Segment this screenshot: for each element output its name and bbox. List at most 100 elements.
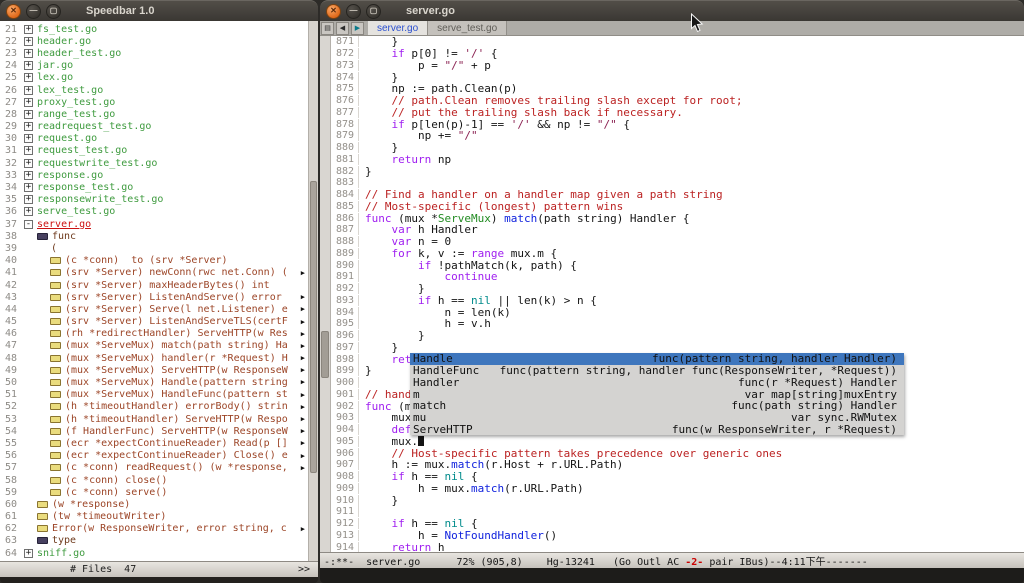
expand-icon[interactable]: + (24, 86, 33, 95)
code-line[interactable]: 877 // put the trailing slash back if ne… (331, 107, 1024, 119)
speedbar-item[interactable]: 28+range_test.go (0, 108, 318, 120)
speedbar-item[interactable]: 37-server.go (0, 218, 318, 230)
speedbar-item[interactable]: 26+lex_test.go (0, 84, 318, 96)
code-line[interactable]: 905 mux. (331, 436, 1024, 448)
editor-scrollbar[interactable] (320, 36, 331, 553)
minimize-icon[interactable]: — (346, 4, 361, 19)
expand-icon[interactable]: + (24, 98, 33, 107)
code-line[interactable]: 908 if h == nil { (331, 471, 1024, 483)
speedbar-item[interactable]: 35+responsewrite_test.go (0, 194, 318, 206)
expand-icon[interactable]: + (24, 146, 33, 155)
code-line[interactable]: 895 h = v.h (331, 318, 1024, 330)
code-line[interactable]: 875 np := path.Clean(p) (331, 83, 1024, 95)
speedbar-item[interactable]: 56(ecr *expectContinueReader) Close() e▶ (0, 450, 318, 462)
speedbar-item[interactable]: 51(mux *ServeMux) HandleFunc(pattern st▶ (0, 389, 318, 401)
scroll-tabs-left-icon[interactable]: ◀ (336, 22, 349, 35)
code-line[interactable]: 871 } (331, 36, 1024, 48)
code-line[interactable]: 894 n = len(k) (331, 306, 1024, 318)
completion-item[interactable]: Handlerfunc(r *Request) Handler (410, 377, 904, 389)
speedbar-item[interactable]: 44(srv *Server) Serve(l net.Listener) e▶ (0, 303, 318, 315)
scroll-tabs-right-icon[interactable]: ▶ (351, 22, 364, 35)
completion-item[interactable]: Handlefunc(pattern string, handler Handl… (410, 353, 904, 365)
speedbar-item[interactable]: 25+lex.go (0, 72, 318, 84)
expand-icon[interactable]: + (24, 159, 33, 168)
expand-icon[interactable]: + (24, 171, 33, 180)
speedbar-item[interactable]: 22+header.go (0, 35, 318, 47)
code-line[interactable]: 896 } (331, 330, 1024, 342)
code-line[interactable]: 880 } (331, 142, 1024, 154)
code-line[interactable]: 882} (331, 165, 1024, 177)
code-line[interactable]: 890 if !pathMatch(k, path) { (331, 259, 1024, 271)
speedbar-item[interactable]: 40(c *conn) to (srv *Server) (0, 255, 318, 267)
speedbar-item[interactable]: 61(tw *timeoutWriter) (0, 511, 318, 523)
speedbar-item[interactable]: 34+response_test.go (0, 181, 318, 193)
close-icon[interactable]: ✕ (326, 4, 341, 19)
speedbar-item[interactable]: 53(h *timeoutHandler) ServeHTTP(w Respo▶ (0, 413, 318, 425)
code-line[interactable]: 911 (331, 506, 1024, 518)
speedbar-item[interactable]: 32+requestwrite_test.go (0, 157, 318, 169)
speedbar-item[interactable]: 63type (0, 535, 318, 547)
speedbar-item[interactable]: 50(mux *ServeMux) Handle(pattern string▶ (0, 376, 318, 388)
code-line[interactable]: 909 h = mux.match(r.URL.Path) (331, 483, 1024, 495)
minimize-icon[interactable]: — (26, 4, 41, 19)
speedbar-item[interactable]: 62Error(w ResponseWriter, error string, … (0, 523, 318, 535)
code-line[interactable]: 912 if h == nil { (331, 518, 1024, 530)
buffer-menu-icon[interactable]: ▤ (321, 22, 334, 35)
completion-item[interactable]: ServeHTTPfunc(w ResponseWriter, r *Reque… (410, 424, 904, 436)
speedbar-item[interactable]: 47(mux *ServeMux) match(path string) Ha▶ (0, 340, 318, 352)
code-line[interactable]: 876 // path.Clean removes trailing slash… (331, 95, 1024, 107)
speedbar-item[interactable]: 48(mux *ServeMux) handler(r *Request) H▶ (0, 352, 318, 364)
speedbar-item[interactable]: 45(srv *Server) ListenAndServeTLS(certF▶ (0, 316, 318, 328)
code-line[interactable]: 887 var h Handler (331, 224, 1024, 236)
expand-icon[interactable]: + (24, 37, 33, 46)
code-line[interactable]: 907 h := mux.match(r.Host + r.URL.Path) (331, 459, 1024, 471)
code-line[interactable]: 913 h = NotFoundHandler() (331, 530, 1024, 542)
close-icon[interactable]: ✕ (6, 4, 21, 19)
code-line[interactable]: 910 } (331, 494, 1024, 506)
code-line[interactable]: 885// Most-specific (longest) pattern wi… (331, 201, 1024, 213)
speedbar-item[interactable]: 23+header_test.go (0, 47, 318, 59)
expand-icon[interactable]: + (24, 25, 33, 34)
speedbar-titlebar[interactable]: ✕ — ▢ Speedbar 1.0 (0, 0, 318, 21)
expand-icon[interactable]: + (24, 134, 33, 143)
speedbar-item[interactable]: 57(c *conn) readRequest() (w *response,▶ (0, 462, 318, 474)
code-area[interactable]: 871 }872 if p[0] != '/' {873 p = "/" + p… (331, 36, 1024, 553)
speedbar-item[interactable]: 27+proxy_test.go (0, 96, 318, 108)
code-line[interactable]: 889 for k, v := range mux.m { (331, 248, 1024, 260)
speedbar-item[interactable]: 42(srv *Server) maxHeaderBytes() int (0, 279, 318, 291)
speedbar-scrollbar[interactable] (308, 21, 318, 562)
speedbar-item[interactable]: 54(f HandlerFunc) ServeHTTP(w ResponseW▶ (0, 425, 318, 437)
code-line[interactable]: 906 // Host-specific pattern takes prece… (331, 447, 1024, 459)
expand-icon[interactable]: + (24, 49, 33, 58)
code-line[interactable]: 872 if p[0] != '/' { (331, 48, 1024, 60)
speedbar-item[interactable]: 64+sniff.go (0, 547, 318, 559)
speedbar-item[interactable]: 30+request.go (0, 133, 318, 145)
echo-area[interactable] (320, 568, 1024, 583)
code-line[interactable]: 893 if h == nil || len(k) > n { (331, 295, 1024, 307)
speedbar-item[interactable]: 31+request_test.go (0, 145, 318, 157)
tab[interactable]: server.go (368, 21, 428, 35)
speedbar-item[interactable]: 60(w *response) (0, 498, 318, 510)
speedbar-item[interactable]: 59(c *conn) serve() (0, 486, 318, 498)
expand-icon[interactable]: + (24, 207, 33, 216)
expand-icon[interactable]: + (24, 549, 33, 558)
code-line[interactable]: 888 var n = 0 (331, 236, 1024, 248)
code-line[interactable]: 884// Find a handler on a handler map gi… (331, 189, 1024, 201)
expand-icon[interactable]: + (24, 61, 33, 70)
code-line[interactable]: 873 p = "/" + p (331, 60, 1024, 72)
code-line[interactable]: 886func (mux *ServeMux) match(path strin… (331, 212, 1024, 224)
expand-icon[interactable]: + (24, 195, 33, 204)
code-line[interactable]: 881 return np (331, 154, 1024, 166)
speedbar-item[interactable]: 58(c *conn) close() (0, 474, 318, 486)
speedbar-item[interactable]: 38func (0, 230, 318, 242)
code-line[interactable]: 878 if p[len(p)-1] == '/' && np != "/" { (331, 118, 1024, 130)
expand-icon[interactable]: + (24, 110, 33, 119)
completion-item[interactable]: mvar map[string]muxEntry (410, 388, 904, 400)
speedbar-item[interactable]: 29+readrequest_test.go (0, 121, 318, 133)
completion-item[interactable]: HandleFuncfunc(pattern string, handler f… (410, 365, 904, 377)
code-line[interactable]: 879 np += "/" (331, 130, 1024, 142)
speedbar-item[interactable]: 49(mux *ServeMux) ServeHTTP(w ResponseW▶ (0, 364, 318, 376)
code-line[interactable]: 883 (331, 177, 1024, 189)
tab[interactable]: serve_test.go (428, 21, 507, 35)
maximize-icon[interactable]: ▢ (46, 4, 61, 19)
